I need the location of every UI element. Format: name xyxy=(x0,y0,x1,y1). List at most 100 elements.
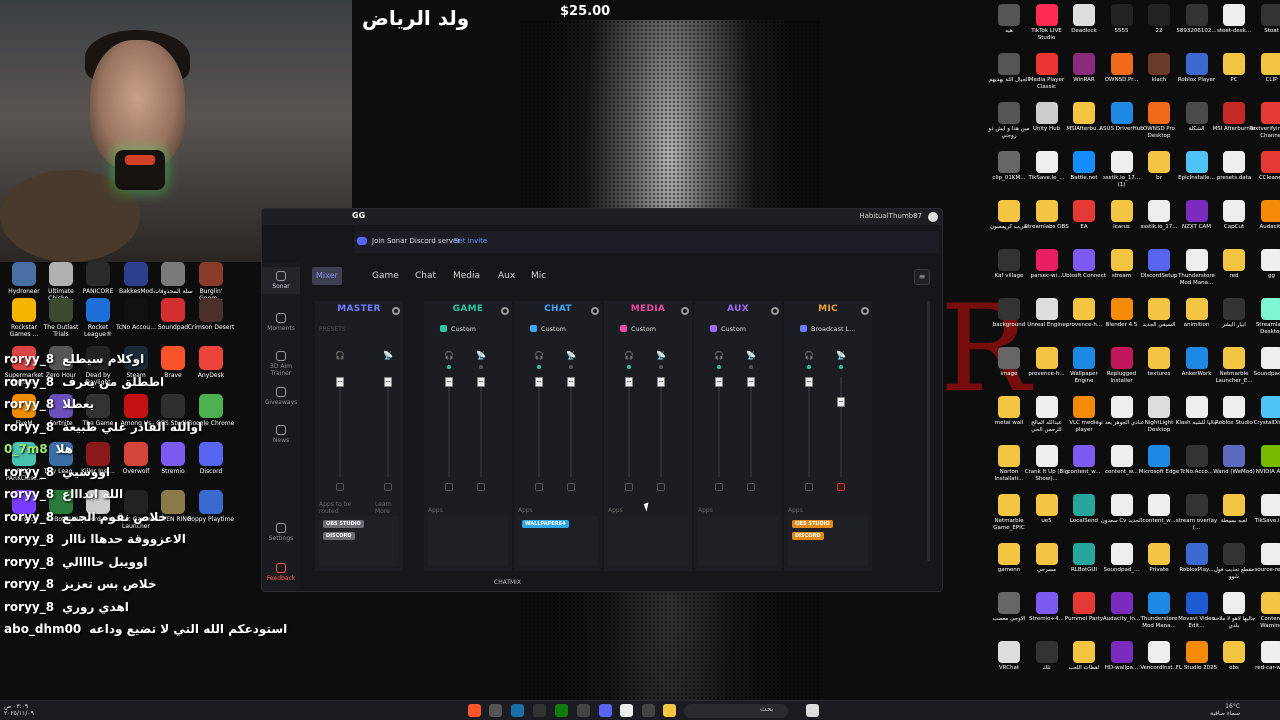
stream-volume-slider[interactable] xyxy=(567,377,575,387)
stream-icon[interactable]: 📡 xyxy=(566,351,576,361)
nav-news[interactable]: News xyxy=(262,421,300,448)
stream-icon[interactable]: 📡 xyxy=(836,351,846,361)
preset-selector[interactable]: Custom xyxy=(710,325,746,333)
stream-volume-slider[interactable] xyxy=(384,377,392,387)
mute-stream-button[interactable] xyxy=(747,483,755,491)
nav-moments[interactable]: Moments xyxy=(262,309,300,336)
stream-volume-track[interactable] xyxy=(570,377,572,477)
headphones-icon[interactable]: 🎧 xyxy=(624,351,634,361)
stream-icon[interactable]: 📡 xyxy=(383,351,393,361)
stream-volume-track[interactable] xyxy=(387,377,389,477)
sonar-titlebar[interactable]: GG HabitualThumb87 xyxy=(262,209,942,225)
stream-icon[interactable]: 📡 xyxy=(656,351,666,361)
preset-selector[interactable]: Custom xyxy=(530,325,566,333)
learn-more-link[interactable]: Learn More xyxy=(375,501,399,515)
nav-sonar[interactable]: Sonar xyxy=(262,267,300,294)
tab-chat[interactable]: Chat xyxy=(411,267,440,285)
taskbar-file-explorer-icon[interactable] xyxy=(663,704,676,717)
desktop-icon[interactable]: Discord xyxy=(187,442,235,475)
chat-username[interactable]: roryy_8 xyxy=(4,487,54,501)
gear-icon[interactable] xyxy=(771,307,779,315)
nav-3d-aim-trainer[interactable]: 3D Aim Trainer xyxy=(262,347,300,381)
monitor-volume-track[interactable] xyxy=(808,377,810,477)
desktop-icon[interactable]: red-car-wr... xyxy=(1249,641,1280,687)
app-chip[interactable]: OBS STUDIO xyxy=(323,520,364,528)
preset-selector[interactable]: Custom xyxy=(440,325,476,333)
taskbar-obs-icon[interactable] xyxy=(489,704,502,717)
gear-icon[interactable] xyxy=(681,307,689,315)
taskbar-weather[interactable]: 16°C سماء صافية xyxy=(1210,703,1240,717)
chat-username[interactable]: abo_dhm00 xyxy=(4,622,81,636)
mute-monitor-button[interactable] xyxy=(805,483,813,491)
app-chip[interactable]: DISCORD xyxy=(792,532,824,540)
stream-volume-track[interactable] xyxy=(480,377,482,477)
desktop-icon[interactable]: Crimson Desert xyxy=(187,298,235,331)
monitor-volume-slider[interactable] xyxy=(445,377,453,387)
headphones-icon[interactable]: 🎧 xyxy=(714,351,724,361)
monitor-volume-track[interactable] xyxy=(628,377,630,477)
avatar[interactable] xyxy=(928,212,938,222)
desktop-icon[interactable]: NVIDIA App xyxy=(1249,445,1280,491)
monitor-volume-slider[interactable] xyxy=(715,377,723,387)
username[interactable]: HabitualThumb87 xyxy=(859,212,922,220)
monitor-volume-track[interactable] xyxy=(339,377,341,477)
apps-drop-zone[interactable]: WALLPAPER64 xyxy=(518,516,598,566)
desktop-icon[interactable]: gg xyxy=(1249,249,1280,295)
desktop-icon[interactable]: Soundpad_... xyxy=(1249,347,1280,393)
taskbar-controller-icon[interactable] xyxy=(577,704,590,717)
taskbar-xbox-icon[interactable] xyxy=(555,704,568,717)
monitor-volume-slider[interactable] xyxy=(535,377,543,387)
nav-feedback[interactable]: Feedback xyxy=(262,559,300,586)
chat-username[interactable]: 0_7m8 xyxy=(4,442,48,456)
gear-icon[interactable] xyxy=(501,307,509,315)
desktop-icon[interactable]: Stoat xyxy=(1249,4,1280,50)
taskbar-notepad-icon[interactable] xyxy=(806,704,819,717)
desktop-icon[interactable]: CrystalDiskM xyxy=(1249,396,1280,442)
desktop-icon[interactable]: CLIP xyxy=(1249,53,1280,99)
mute-monitor-button[interactable] xyxy=(445,483,453,491)
gear-icon[interactable] xyxy=(392,307,400,315)
scrollbar[interactable] xyxy=(927,301,930,561)
taskbar-clock[interactable]: ٠٣:٠٩ ص ٢٠٢٥/١١/٠٩ xyxy=(4,703,34,717)
chat-username[interactable]: roryy_8 xyxy=(4,600,54,614)
mute-stream-button[interactable] xyxy=(657,483,665,491)
mute-monitor-button[interactable] xyxy=(535,483,543,491)
preset-selector[interactable]: Broadcast L... xyxy=(800,325,855,333)
desktop-icon[interactable]: Burglin' Gnom... xyxy=(187,262,235,302)
desktop-icon[interactable]: AnyDesk xyxy=(187,346,235,379)
mute-stream-button[interactable] xyxy=(477,483,485,491)
chat-username[interactable]: roryy_8 xyxy=(4,352,54,366)
chat-username[interactable]: roryy_8 xyxy=(4,465,54,479)
apps-drop-zone[interactable]: OBS STUDIO DISCORD xyxy=(319,516,399,566)
mute-monitor-button[interactable] xyxy=(715,483,723,491)
stream-volume-slider[interactable] xyxy=(837,397,845,407)
taskbar-epic-icon[interactable] xyxy=(533,704,546,717)
taskbar-brave-icon[interactable] xyxy=(468,704,481,717)
monitor-volume-track[interactable] xyxy=(718,377,720,477)
headphones-icon[interactable]: 🎧 xyxy=(804,351,814,361)
nav-giveaways[interactable]: Giveaways xyxy=(262,383,300,410)
mute-stream-button[interactable] xyxy=(567,483,575,491)
chat-username[interactable]: roryy_8 xyxy=(4,532,54,546)
menu-icon[interactable]: ≡ xyxy=(914,269,930,285)
tab-game[interactable]: Game xyxy=(368,267,403,285)
monitor-volume-track[interactable] xyxy=(538,377,540,477)
taskbar-steam-icon[interactable] xyxy=(511,704,524,717)
desktop-icon[interactable]: Poppy Playtime xyxy=(187,490,235,523)
apps-drop-zone[interactable]: OBS STUDIO DISCORD xyxy=(788,516,868,566)
headphones-icon[interactable]: 🎧 xyxy=(534,351,544,361)
tab-mic[interactable]: Mic xyxy=(527,267,550,285)
mute-monitor-button[interactable] xyxy=(336,483,344,491)
desktop-icon[interactable]: source-rec... xyxy=(1249,543,1280,589)
app-chip[interactable]: DISCORD xyxy=(323,532,355,540)
desktop-icon[interactable]: Textverifyin... to Channel xyxy=(1249,102,1280,148)
mute-stream-button[interactable] xyxy=(384,483,392,491)
stream-volume-track[interactable] xyxy=(840,377,842,477)
apps-drop-zone[interactable] xyxy=(698,516,778,566)
stream-volume-slider[interactable] xyxy=(747,377,755,387)
chat-username[interactable]: roryy_8 xyxy=(4,397,54,411)
chat-username[interactable]: roryy_8 xyxy=(4,510,54,524)
headphones-icon[interactable]: 🎧 xyxy=(444,351,454,361)
desktop-icon[interactable]: Audacity xyxy=(1249,200,1280,246)
tab-mixer[interactable]: Mixer xyxy=(312,267,342,285)
